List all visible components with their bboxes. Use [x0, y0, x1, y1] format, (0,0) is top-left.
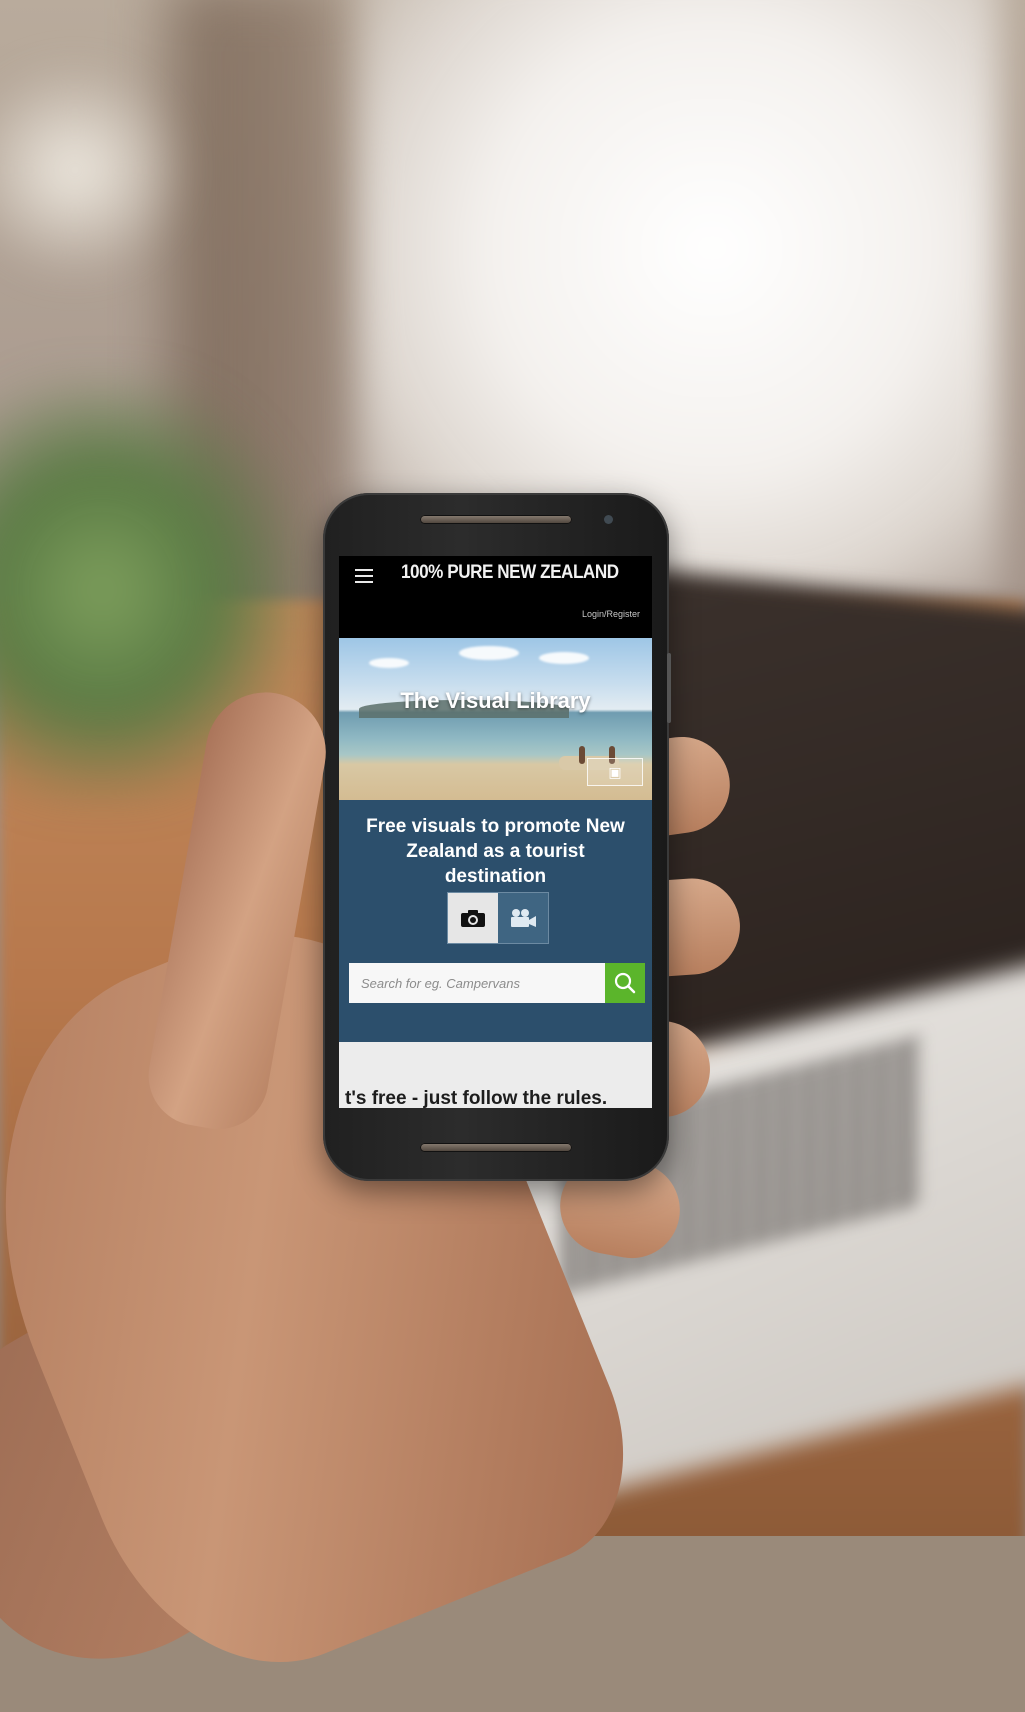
- tagline: Free visuals to promote New Zealand as a…: [366, 816, 625, 887]
- smartphone: 100% PURE NEW ZEALAND Login/Register The…: [323, 493, 671, 1181]
- site-header: 100% PURE NEW ZEALAND Login/Register: [339, 556, 652, 638]
- search-input[interactable]: [349, 963, 605, 1003]
- login-register-link[interactable]: Login/Register: [582, 609, 640, 619]
- background-flower: [0, 60, 190, 280]
- menu-bar: [355, 575, 373, 577]
- hero-title: The Visual Library: [400, 688, 591, 713]
- cloud: [369, 658, 409, 668]
- phone-speaker-top: [420, 515, 572, 524]
- search-bar: [349, 963, 645, 1003]
- video-camera-icon: [511, 909, 536, 927]
- search-icon: [614, 972, 636, 994]
- rules-section: t's free - just follow the rules.: [339, 1036, 652, 1108]
- phone-speaker-bottom: [420, 1143, 572, 1152]
- hero-banner: The Visual Library ▣: [339, 638, 652, 800]
- menu-bar: [355, 581, 373, 583]
- cloud: [459, 646, 519, 660]
- phone-front-camera: [604, 515, 613, 524]
- search-button[interactable]: [605, 963, 645, 1003]
- hamburger-menu-icon[interactable]: [355, 569, 373, 583]
- cloud: [539, 652, 589, 664]
- search-panel: Free visuals to promote New Zealand as a…: [339, 800, 652, 1036]
- menu-bar: [355, 569, 373, 571]
- phone-screen: 100% PURE NEW ZEALAND Login/Register The…: [339, 556, 652, 1108]
- videos-toggle-button[interactable]: [498, 893, 548, 943]
- rules-heading: t's free - just follow the rules.: [345, 1088, 608, 1108]
- person: [579, 746, 585, 764]
- media-type-toggle: [447, 892, 549, 944]
- photo-info-button[interactable]: ▣: [587, 758, 643, 786]
- camera-icon: ▣: [608, 763, 622, 780]
- site-logo[interactable]: 100% PURE NEW ZEALAND: [401, 562, 619, 584]
- phone-side-button[interactable]: [667, 653, 671, 723]
- photos-toggle-button[interactable]: [448, 893, 498, 943]
- camera-icon: [461, 910, 485, 927]
